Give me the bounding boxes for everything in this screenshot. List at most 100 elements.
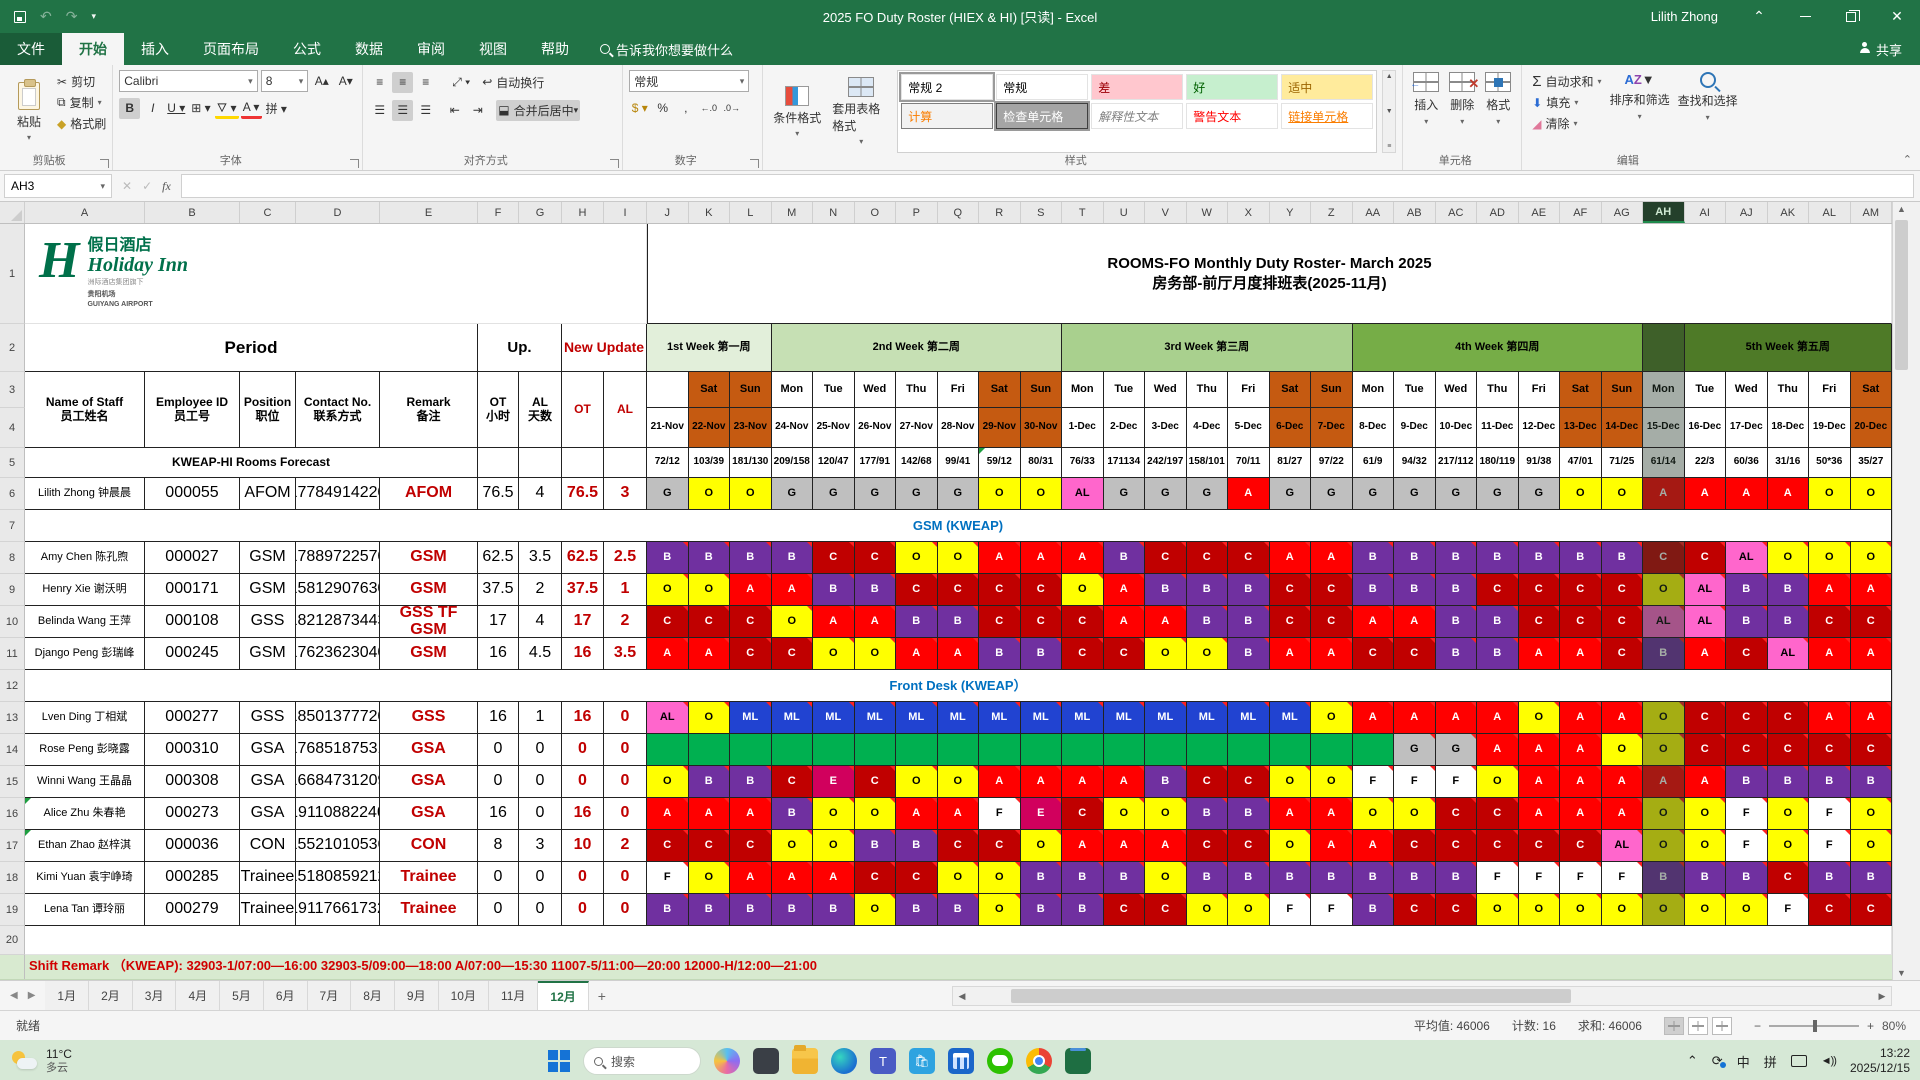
week-band-5[interactable]: 5th Week 第五周 xyxy=(1685,324,1893,372)
forecast-cell[interactable]: 158/101 xyxy=(1187,448,1229,478)
align-top-icon[interactable]: ≡ xyxy=(369,72,390,93)
horizontal-scroll-thumb[interactable] xyxy=(1011,989,1571,1003)
shift-cell[interactable]: B xyxy=(730,542,772,574)
shift-cell[interactable]: O xyxy=(938,862,980,894)
shift-cell[interactable]: C xyxy=(896,862,938,894)
shift-cell[interactable]: A xyxy=(1477,702,1519,734)
shift-cell[interactable]: B xyxy=(813,574,855,606)
horizontal-scrollbar[interactable]: ◀ ▶ xyxy=(952,986,1892,1006)
column-header-AK[interactable]: AK xyxy=(1768,202,1810,223)
column-header-AH[interactable]: AH xyxy=(1643,202,1685,223)
date-cell[interactable]: 20-Dec xyxy=(1851,408,1893,448)
shift-cell[interactable]: AL xyxy=(1768,638,1810,670)
shift-cell[interactable]: A xyxy=(1519,638,1561,670)
shift-cell[interactable]: AL xyxy=(1726,542,1768,574)
formula-cancel-icon[interactable]: ✕ xyxy=(122,179,132,193)
shift-cell[interactable]: B xyxy=(730,766,772,798)
row-header-9[interactable]: 9 xyxy=(0,574,25,606)
shift-cell[interactable]: C xyxy=(1187,830,1229,862)
shift-cell[interactable]: F xyxy=(1602,862,1644,894)
sheet-tab-8月[interactable]: 8月 xyxy=(351,981,395,1010)
shift-cell[interactable]: A xyxy=(689,798,731,830)
shift-cell[interactable]: F xyxy=(1726,798,1768,830)
shift-cell[interactable]: O xyxy=(1187,638,1229,670)
contact-cell[interactable]: 15521010536 xyxy=(296,830,380,862)
weather-widget[interactable]: 11°C 多云 xyxy=(0,1047,170,1075)
remark-cell[interactable]: Trainee xyxy=(380,894,478,926)
shift-cell[interactable]: B xyxy=(1062,862,1104,894)
shift-cell[interactable]: A xyxy=(1685,638,1727,670)
ot-hours-cell[interactable]: 17 xyxy=(478,606,519,638)
shift-cell[interactable]: B xyxy=(896,830,938,862)
ot-hours-cell[interactable]: 62.5 xyxy=(478,542,519,574)
shift-cell[interactable]: O xyxy=(813,798,855,830)
row-header-20[interactable]: 20 xyxy=(0,926,25,955)
shift-cell[interactable]: B xyxy=(1809,766,1851,798)
shift-cell[interactable]: C xyxy=(1228,766,1270,798)
al-days-cell[interactable]: 0 xyxy=(519,862,562,894)
borders-button[interactable]: ⊞ ▾ xyxy=(189,98,212,119)
shift-cell[interactable]: C xyxy=(1145,894,1187,926)
accounting-format-icon[interactable]: $ ▾ xyxy=(629,98,650,119)
staff-name-cell[interactable]: Kimi Yuan 袁宇峥琦 xyxy=(25,862,145,894)
shift-cell[interactable]: O xyxy=(979,478,1021,510)
column-header-T[interactable]: T xyxy=(1062,202,1104,223)
column-header-AF[interactable]: AF xyxy=(1560,202,1602,223)
sheet-tab-12月[interactable]: 12月 xyxy=(538,981,588,1010)
shift-cell[interactable]: A xyxy=(1145,830,1187,862)
shift-cell[interactable]: F xyxy=(1519,862,1561,894)
shift-cell[interactable]: O xyxy=(1726,894,1768,926)
cell-style-解释性文本[interactable]: 解释性文本 xyxy=(1091,103,1183,129)
shift-cell[interactable]: O xyxy=(1477,766,1519,798)
al-update-cell[interactable]: 0 xyxy=(604,862,647,894)
ot-hours-cell[interactable]: 0 xyxy=(478,734,519,766)
shift-cell[interactable]: B xyxy=(813,894,855,926)
column-header-I[interactable]: I xyxy=(604,202,647,223)
wechat-app-icon[interactable] xyxy=(987,1048,1013,1074)
contact-cell[interactable]: 15812907630 xyxy=(296,574,380,606)
shift-cell[interactable]: B xyxy=(1187,606,1229,638)
shift-cell[interactable]: O xyxy=(1602,478,1644,510)
day-name-cell[interactable]: Mon xyxy=(772,372,814,408)
shift-cell[interactable]: A xyxy=(813,606,855,638)
column-title-OT[interactable]: OT xyxy=(562,372,604,448)
remark-cell[interactable]: GSS TF GSM xyxy=(380,606,478,638)
vertical-scroll-thumb[interactable] xyxy=(1895,220,1908,370)
copy-button[interactable]: ⧉复制 ▾ xyxy=(57,94,106,111)
shift-cell[interactable]: O xyxy=(1021,830,1063,862)
shift-cell[interactable]: A xyxy=(1353,830,1395,862)
shift-cell[interactable]: O xyxy=(1104,798,1146,830)
week-band-2[interactable]: 2nd Week 第二周 xyxy=(772,324,1063,372)
date-cell[interactable]: 12-Dec xyxy=(1519,408,1561,448)
shift-cell[interactable]: C xyxy=(1519,830,1561,862)
shift-cell[interactable]: O xyxy=(689,574,731,606)
shift-cell[interactable]: O xyxy=(855,798,897,830)
increase-indent-icon[interactable]: ⇥ xyxy=(467,100,488,121)
column-header-C[interactable]: C xyxy=(240,202,296,223)
shift-cell[interactable]: O xyxy=(1228,894,1270,926)
forecast-cell[interactable]: 81/27 xyxy=(1270,448,1312,478)
forecast-cell[interactable]: 72/12 xyxy=(647,448,689,478)
column-header-AD[interactable]: AD xyxy=(1477,202,1519,223)
autosum-button[interactable]: Σ自动求和 ▾ xyxy=(1532,73,1601,90)
shift-cell[interactable]: C xyxy=(1062,798,1104,830)
al-update-cell[interactable]: 1 xyxy=(604,574,647,606)
shift-cell[interactable]: ML xyxy=(813,702,855,734)
shift-cell[interactable]: A xyxy=(1311,542,1353,574)
staff-name-cell[interactable]: Alice Zhu 朱春艳 xyxy=(25,798,145,830)
cell-style-适中[interactable]: 适中 xyxy=(1281,74,1373,100)
column-header-B[interactable]: B xyxy=(145,202,240,223)
shift-cell[interactable]: G xyxy=(1394,478,1436,510)
orientation-icon[interactable]: ⤢ ▾ xyxy=(450,72,472,93)
shift-cell[interactable]: ML xyxy=(1062,702,1104,734)
shift-cell[interactable]: A xyxy=(1602,766,1644,798)
position-cell[interactable]: GSA xyxy=(240,766,296,798)
day-name-cell[interactable]: Fri xyxy=(1519,372,1561,408)
week-band-4[interactable]: 4th Week 第四周 xyxy=(1353,324,1644,372)
underline-button[interactable]: U ▾ xyxy=(165,98,187,119)
shift-cell[interactable]: C xyxy=(896,574,938,606)
shift-cell[interactable]: B xyxy=(1851,862,1893,894)
shift-cell[interactable]: A xyxy=(938,798,980,830)
shift-cell[interactable]: B xyxy=(1726,606,1768,638)
taskbar-search[interactable]: 搜索 xyxy=(583,1047,701,1075)
